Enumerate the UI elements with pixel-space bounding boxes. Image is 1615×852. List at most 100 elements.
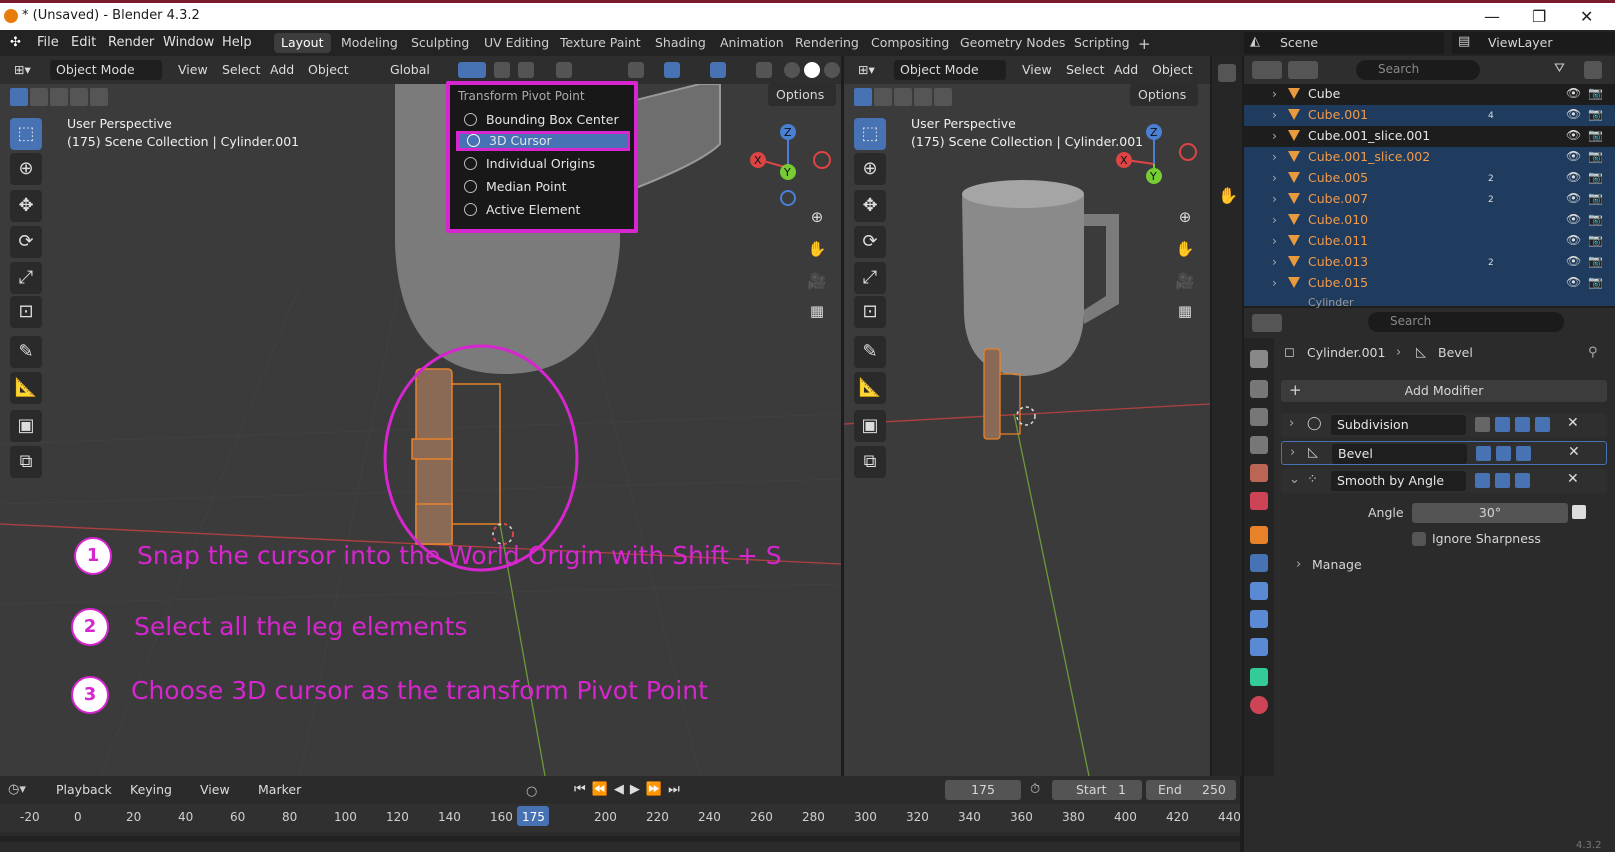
wireframe-shading-icon[interactable] <box>784 62 800 78</box>
tab-geometry-nodes[interactable]: Geometry Nodes <box>953 33 1072 53</box>
rotate-tool[interactable]: ⟳ <box>10 226 42 258</box>
annotate-tool-right[interactable]: ✎ <box>854 336 886 368</box>
viewlayer-selector[interactable]: ▤ ViewLayer <box>1452 32 1615 54</box>
sidebar-toggle-icon[interactable] <box>1218 64 1236 82</box>
solid-shading-icon[interactable] <box>804 62 820 78</box>
pan-hand-icon-right[interactable]: ✋ <box>1172 236 1198 262</box>
editor-type-icon[interactable]: ⊞▾ <box>8 60 37 80</box>
eye-icon[interactable]: 👁 <box>1566 275 1581 289</box>
snap-target-icon[interactable] <box>518 62 534 78</box>
tab-uv-editing[interactable]: UV Editing <box>477 33 556 53</box>
angle-field[interactable]: 30° <box>1412 503 1568 523</box>
scale-tool[interactable]: ⤢ <box>10 262 42 294</box>
expand-arrow-icon[interactable]: › <box>1272 128 1277 143</box>
transform-tool-right[interactable]: ⊡ <box>854 296 886 328</box>
eye-icon[interactable]: 👁 <box>1566 191 1581 205</box>
expand-arrow-icon[interactable]: › <box>1272 149 1277 164</box>
outliner-object-name[interactable]: Cube.005 <box>1308 170 1368 185</box>
menu-file[interactable]: File <box>37 35 59 50</box>
measure-tool-right[interactable]: 📐 <box>854 372 886 404</box>
menu-select-right[interactable]: Select <box>1060 60 1111 80</box>
pivot-bounding-box-center[interactable]: Bounding Box Center <box>456 110 630 130</box>
filter-icon[interactable]: ⛛ <box>1554 61 1565 76</box>
eye-icon[interactable]: 👁 <box>1566 128 1581 142</box>
navigation-gizmo[interactable]: Z X Y <box>746 120 832 206</box>
transform-tool[interactable]: ⊡ <box>10 296 42 328</box>
editor-type-icon-right[interactable]: ⊞▾ <box>852 60 881 80</box>
timeline-editor-icon[interactable]: ◷▾ <box>8 782 26 797</box>
eye-icon[interactable]: 👁 <box>1566 254 1581 268</box>
manage-panel[interactable]: Manage <box>1312 557 1362 572</box>
remove-modifier-icon[interactable]: ✕ <box>1567 415 1579 431</box>
outliner-row[interactable]: › Cube.007 👁 📷 2 <box>1244 189 1615 210</box>
pivot-point-icon[interactable] <box>458 62 486 78</box>
menu-render[interactable]: Render <box>108 35 154 50</box>
editmode-toggle-icon[interactable] <box>1475 473 1490 488</box>
cursor-tool[interactable]: ⊕ <box>10 153 42 185</box>
tab-compositing[interactable]: Compositing <box>864 33 956 53</box>
camera-icon[interactable]: 📷 <box>1588 149 1603 163</box>
menu-object-right[interactable]: Object <box>1146 60 1199 80</box>
tab-modeling[interactable]: Modeling <box>334 33 405 53</box>
collapse-chevron-icon[interactable]: ⌄ <box>1289 472 1300 487</box>
menu-playback[interactable]: Playback <box>50 780 118 800</box>
scene-selector[interactable]: ◭ Scene <box>1244 32 1444 54</box>
navigation-gizmo-right[interactable]: Z X Y <box>1112 120 1198 200</box>
outliner-row[interactable]: › Cube.015 👁 📷 <box>1244 273 1615 294</box>
pivot-3d-cursor[interactable]: 3D Cursor <box>456 131 630 151</box>
scale-tool-right[interactable]: ⤢ <box>854 262 886 294</box>
viewport-toggle-icon[interactable] <box>1496 446 1511 461</box>
outliner-object-name[interactable]: Cube.007 <box>1308 191 1368 206</box>
editmode-toggle-icon[interactable] <box>1476 446 1491 461</box>
menu-select[interactable]: Select <box>216 60 267 80</box>
expand-arrow-icon[interactable]: › <box>1272 275 1277 290</box>
camera-icon[interactable]: 📷 <box>1588 170 1603 184</box>
add-modifier-button[interactable]: + Add Modifier <box>1281 380 1607 402</box>
zoom-icon[interactable]: ⊕ <box>804 204 830 230</box>
pivot-individual-origins[interactable]: Individual Origins <box>456 154 630 174</box>
expand-arrow-icon[interactable]: › <box>1272 233 1277 248</box>
stopwatch-icon[interactable]: ⏱ <box>1030 782 1040 797</box>
camera-icon[interactable]: 📷 <box>1588 191 1603 205</box>
modifier-name-field[interactable]: Bevel <box>1332 444 1467 464</box>
world-tab-icon[interactable] <box>1250 492 1268 510</box>
outliner-row[interactable]: › Cube.005 👁 📷 2 <box>1244 168 1615 189</box>
remove-modifier-icon[interactable]: ✕ <box>1568 444 1580 460</box>
outliner-row[interactable]: › Cube 👁 📷 <box>1244 84 1615 105</box>
menu-object[interactable]: Object <box>302 60 355 80</box>
ignore-sharpness-checkbox[interactable] <box>1412 532 1426 546</box>
end-frame-field[interactable]: End 250 <box>1146 780 1236 800</box>
outliner-object-name[interactable]: Cube.015 <box>1308 275 1368 290</box>
zoom-icon-right[interactable]: ⊕ <box>1172 204 1198 230</box>
tab-rendering[interactable]: Rendering <box>788 33 866 53</box>
maximize-icon[interactable]: ❐ <box>1532 7 1546 26</box>
pan-hand-icon[interactable]: ✋ <box>804 236 830 262</box>
move-tool-right[interactable]: ✥ <box>854 190 886 222</box>
outliner-object-name[interactable]: Cube.001_slice.002 <box>1308 149 1430 164</box>
render-tab-icon[interactable] <box>1250 380 1268 398</box>
expand-arrow-icon[interactable]: › <box>1272 86 1277 101</box>
viewport-left[interactable]: ⊞▾ Object Mode View Select Add Object Gl… <box>0 56 841 776</box>
move-tool[interactable]: ✥ <box>10 190 42 222</box>
perspective-grid-icon[interactable]: ▦ <box>804 298 830 324</box>
timeline-scrollbar[interactable] <box>0 836 1240 842</box>
perspective-grid-icon-right[interactable]: ▦ <box>1172 298 1198 324</box>
physics-tab-icon[interactable] <box>1250 610 1268 628</box>
tool-tab-icon[interactable] <box>1250 350 1268 368</box>
modifier-name-field[interactable]: Subdivision <box>1331 415 1466 435</box>
outliner-row[interactable]: › Cube.001 👁 📷 4 <box>1244 105 1615 126</box>
outliner-row[interactable]: › Cube.010 👁 📷 <box>1244 210 1615 231</box>
playback-controls[interactable]: ⏮⏪◀▶⏩⏭ <box>574 782 686 797</box>
viewport-toggle-icon[interactable] <box>1495 473 1510 488</box>
modifier-smooth-by-angle[interactable]: ⌄ ⁘ Smooth by Angle ✕ <box>1281 469 1607 493</box>
modifier-tab-icon[interactable] <box>1250 554 1268 572</box>
expand-chevron-icon[interactable]: › <box>1290 445 1295 460</box>
snap-icon[interactable] <box>494 62 510 78</box>
eye-icon[interactable]: 👁 <box>1566 170 1581 184</box>
eye-icon[interactable]: 👁 <box>1566 212 1581 226</box>
scene-tab-icon[interactable] <box>1250 464 1268 482</box>
properties-editor-type-icon[interactable] <box>1252 314 1282 332</box>
menu-view[interactable]: View <box>172 60 214 80</box>
proportional-edit-icon[interactable] <box>556 62 572 78</box>
transform-extra-tool-right[interactable]: ⧉ <box>854 446 886 478</box>
